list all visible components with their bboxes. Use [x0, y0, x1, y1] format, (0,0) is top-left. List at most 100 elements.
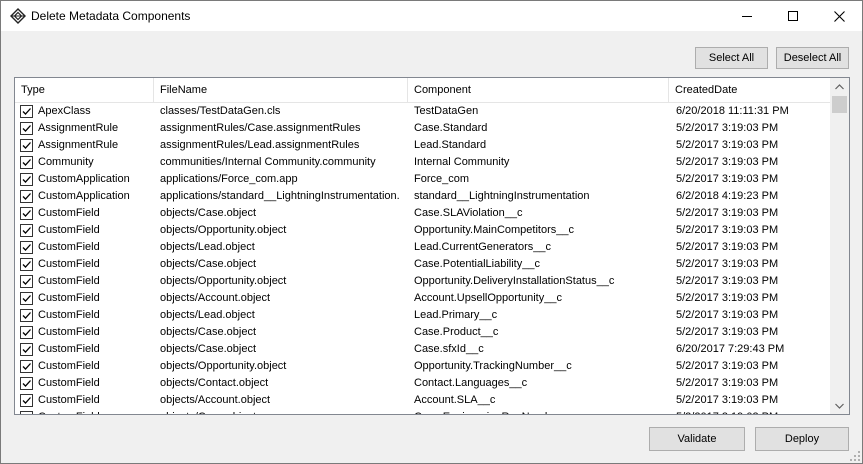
cell-component: standard__LightningInstrumentation — [414, 190, 590, 202]
cell-createddate: 5/2/2017 3:19:03 PM — [676, 241, 779, 253]
cell-type: CustomField — [38, 377, 100, 389]
vertical-scrollbar[interactable] — [830, 78, 849, 414]
cell-createddate: 5/2/2017 3:19:03 PM — [676, 394, 779, 406]
scroll-down-button[interactable] — [830, 397, 849, 414]
row-checkbox[interactable] — [20, 224, 33, 237]
row-checkbox[interactable] — [20, 343, 33, 356]
cell-type: CustomApplication — [38, 190, 130, 202]
cell-component: Case.SLAViolation__c — [414, 207, 523, 219]
cell-filename: applications/standard__LightningInstrume… — [160, 190, 400, 202]
cell-createddate: 5/2/2017 3:19:03 PM — [676, 309, 779, 321]
resize-grip-icon[interactable] — [849, 450, 861, 462]
table-row[interactable]: CustomApplication applications/standard__… — [15, 188, 830, 205]
table-row[interactable]: CustomField objects/Account.object Account… — [15, 290, 830, 307]
deploy-button[interactable]: Deploy — [755, 427, 849, 451]
cell-filename: assignmentRules/Case.assignmentRules — [160, 122, 361, 134]
row-checkbox[interactable] — [20, 105, 33, 118]
table-row[interactable]: CustomField objects/Opportunity.object Opp… — [15, 273, 830, 290]
cell-type: CustomField — [38, 207, 100, 219]
table-row[interactable]: CustomField objects/Lead.object Lead.Curre… — [15, 239, 830, 256]
row-checkbox[interactable] — [20, 156, 33, 169]
cell-component: Opportunity.DeliveryInstallationStatus__… — [414, 275, 615, 287]
cell-component: Opportunity.TrackingNumber__c — [414, 360, 572, 372]
cell-createddate: 5/2/2017 3:19:03 PM — [676, 122, 779, 134]
table-row[interactable]: CustomField objects/Contact.object Contact… — [15, 375, 830, 392]
row-checkbox[interactable] — [20, 292, 33, 305]
cell-filename: objects/Contact.object — [160, 377, 269, 389]
column-header-filename[interactable]: FileName — [154, 78, 408, 102]
row-checkbox[interactable] — [20, 411, 33, 414]
cell-component: Account.SLA__c — [414, 394, 496, 406]
row-checkbox[interactable] — [20, 275, 33, 288]
cell-type: CustomField — [38, 241, 100, 253]
row-checkbox[interactable] — [20, 190, 33, 203]
cell-type: CustomField — [38, 343, 100, 355]
cell-createddate: 6/20/2018 11:11:31 PM — [676, 105, 789, 117]
table-row[interactable]: ApexClass classes/TestDataGen.cls TestData… — [15, 103, 830, 120]
row-checkbox[interactable] — [20, 122, 33, 135]
cell-type: AssignmentRule — [38, 139, 119, 151]
column-header-createddate[interactable]: CreatedDate — [669, 78, 830, 102]
cell-filename: applications/Force_com.app — [160, 173, 298, 185]
minimize-button[interactable] — [724, 1, 770, 31]
table-row[interactable]: AssignmentRule assignmentRules/Lead.assig… — [15, 137, 830, 154]
cell-filename: objects/Lead.object — [160, 309, 255, 321]
row-checkbox[interactable] — [20, 377, 33, 390]
table-row[interactable]: CustomField objects/Account.object Account… — [15, 392, 830, 409]
select-all-button[interactable]: Select All — [695, 47, 768, 69]
chevron-up-icon — [835, 83, 844, 89]
cell-component: Lead.CurrentGenerators__c — [414, 241, 551, 253]
row-checkbox[interactable] — [20, 173, 33, 186]
cell-type: CustomField — [38, 258, 100, 270]
table-row[interactable]: CustomField objects/Case.object Case.Poten… — [15, 256, 830, 273]
cell-type: CustomField — [38, 360, 100, 372]
cell-type: CustomField — [38, 275, 100, 287]
cell-type: CustomField — [38, 292, 100, 304]
row-checkbox[interactable] — [20, 258, 33, 271]
cell-filename: classes/TestDataGen.cls — [160, 105, 281, 117]
scroll-up-button[interactable] — [830, 78, 849, 95]
scroll-thumb[interactable] — [832, 96, 847, 113]
row-checkbox[interactable] — [20, 394, 33, 407]
row-checkbox[interactable] — [20, 139, 33, 152]
table-row[interactable]: CustomField objects/Opportunity.object Opp… — [15, 358, 830, 375]
table-row[interactable]: CustomField objects/Case.object Case.sfxId… — [15, 341, 830, 358]
maximize-icon — [788, 11, 798, 21]
row-checkbox[interactable] — [20, 326, 33, 339]
cell-createddate: 5/2/2017 3:19:03 PM — [676, 224, 779, 236]
validate-button[interactable]: Validate — [649, 427, 745, 451]
cell-type: AssignmentRule — [38, 122, 119, 134]
components-grid[interactable]: Type FileName Component CreatedDate Apex… — [14, 77, 850, 415]
close-icon — [833, 10, 845, 22]
table-row[interactable]: AssignmentRule assignmentRules/Case.assig… — [15, 120, 830, 137]
close-button[interactable] — [816, 1, 862, 31]
cell-type: CustomField — [38, 409, 152, 414]
cell-filename: objects/Case.object — [160, 409, 406, 414]
row-checkbox[interactable] — [20, 309, 33, 322]
cell-filename: objects/Case.object — [160, 343, 256, 355]
column-header-type[interactable]: Type — [15, 78, 154, 102]
title-bar[interactable]: Delete Metadata Components — [1, 1, 862, 31]
deselect-all-button[interactable]: Deselect All — [776, 47, 849, 69]
cell-component: Contact.Languages__c — [414, 377, 528, 389]
table-row[interactable]: CustomField objects/Case.object Case.Produ… — [15, 324, 830, 341]
cell-component: TestDataGen — [414, 105, 479, 117]
row-checkbox[interactable] — [20, 360, 33, 373]
table-row[interactable]: Community communities/Internal Community.… — [15, 154, 830, 171]
column-header-component[interactable]: Component — [408, 78, 669, 102]
cell-filename: objects/Account.object — [160, 292, 271, 304]
cell-filename: objects/Account.object — [160, 394, 271, 406]
table-row[interactable]: CustomField objects/Case.object Case.SLAVi… — [15, 205, 830, 222]
cell-filename: objects/Lead.object — [160, 241, 255, 253]
row-checkbox[interactable] — [20, 207, 33, 220]
table-row[interactable]: CustomField objects/Case.object Case.Engin… — [15, 409, 830, 414]
table-row[interactable]: CustomField objects/Opportunity.object Opp… — [15, 222, 830, 239]
maximize-button[interactable] — [770, 1, 816, 31]
table-row[interactable]: CustomField objects/Lead.object Lead.Prima… — [15, 307, 830, 324]
cell-component: Case.sfxId__c — [414, 343, 484, 355]
cell-type: ApexClass — [38, 105, 91, 117]
table-row[interactable]: CustomApplication applications/Force_com.… — [15, 171, 830, 188]
cell-createddate: 5/2/2017 3:19:03 PM — [676, 207, 779, 219]
row-checkbox[interactable] — [20, 241, 33, 254]
minimize-icon — [742, 16, 752, 17]
